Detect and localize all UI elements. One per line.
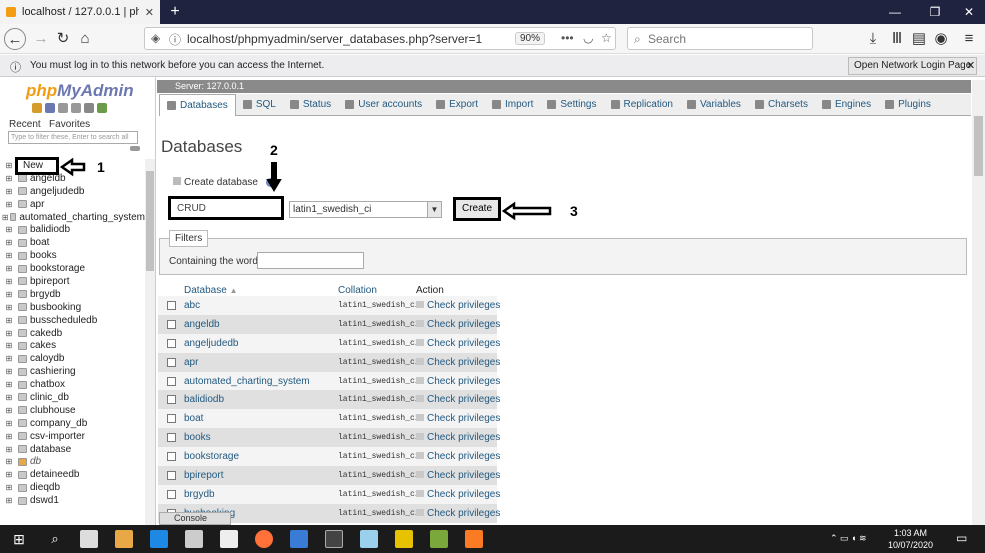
annotation-layer [59, 157, 552, 221]
firefox-icon[interactable] [255, 530, 273, 548]
app-icon[interactable] [360, 530, 378, 548]
annotation-number-3: 3 [570, 203, 578, 219]
clock-date: 10/07/2020 [888, 540, 934, 550]
store-icon[interactable] [185, 530, 203, 548]
app-icon[interactable] [430, 530, 448, 548]
mail-icon[interactable] [80, 530, 98, 548]
edge-icon[interactable] [150, 530, 168, 548]
terminal-icon[interactable] [325, 530, 343, 548]
windows-taskbar: ⊞ ⌕ ⌃ ▭ ◖ ≋ 1:03 AM 10/07/2020 ▭ [0, 525, 985, 553]
arrow-1-icon [59, 157, 86, 177]
tray-icons[interactable]: ⌃ ▭ ◖ ≋ [830, 533, 867, 544]
annotation-number-1: 1 [97, 159, 105, 175]
arrow-2-icon [266, 162, 282, 192]
clock[interactable]: 1:03 AM 10/07/2020 [888, 527, 933, 551]
arrow-3-icon [501, 201, 552, 221]
windows-start-icon[interactable]: ⊞ [10, 530, 28, 548]
notifications-icon[interactable]: ▭ [956, 531, 967, 545]
file-explorer-icon[interactable] [115, 530, 133, 548]
xampp-icon[interactable] [465, 530, 483, 548]
app-icon[interactable] [290, 530, 308, 548]
clock-time: 1:03 AM [894, 528, 928, 538]
search-icon[interactable]: ⌕ [46, 530, 64, 548]
app-icon[interactable] [395, 530, 413, 548]
annotation-number-2: 2 [270, 142, 278, 158]
shopping-icon[interactable] [220, 530, 238, 548]
